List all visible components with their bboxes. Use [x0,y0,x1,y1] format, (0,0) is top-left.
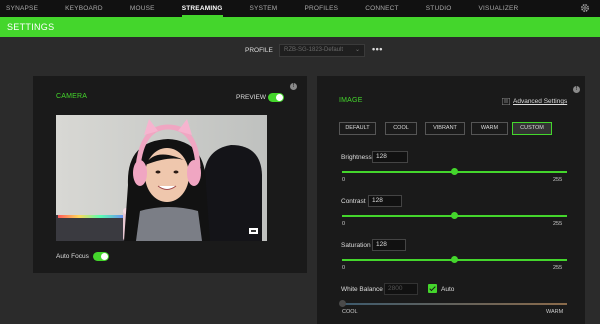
advanced-settings-icon [502,98,510,105]
tab-system[interactable]: SYSTEM [250,0,278,17]
tab-studio[interactable]: STUDIO [426,0,452,17]
brightness-max: 255 [553,177,563,183]
brightness-input[interactable]: 128 [372,151,408,163]
saturation-slider-thumb[interactable] [451,256,458,263]
image-title: IMAGE [339,97,363,104]
tab-synapse[interactable]: SYNAPSE [6,0,38,17]
contrast-slider-thumb[interactable] [451,212,458,219]
brightness-slider-thumb[interactable] [451,168,458,175]
tab-connect[interactable]: CONNECT [365,0,399,17]
white-balance-label: White Balance [341,286,383,293]
saturation-min: 0 [342,265,346,271]
info-icon[interactable]: ! [573,86,580,93]
contrast-max: 255 [553,221,563,227]
contrast-min: 0 [342,221,346,227]
camera-panel: ! CAMERA PREVIEW Auto Focus [33,76,307,273]
white-balance-slider-track[interactable] [342,303,567,305]
preset-cool-button[interactable]: COOL [385,122,417,135]
chevron-down-icon: ⌄ [354,47,360,53]
gear-icon[interactable] [580,3,590,13]
top-nav: SYNAPSE KEYBOARD MOUSE STREAMING SYSTEM … [0,0,600,17]
preset-vibrant-button[interactable]: VIBRANT [425,122,465,135]
preset-default-button[interactable]: DEFAULT [339,122,376,135]
autofocus-toggle[interactable] [93,252,109,261]
contrast-label: Contrast [341,198,366,205]
preset-custom-button[interactable]: CUSTOM [512,122,552,135]
white-balance-max: WARM [546,309,564,315]
tab-streaming[interactable]: STREAMING [181,0,223,17]
autofocus-label: Auto Focus [56,253,89,260]
camera-preview-image [56,115,267,241]
white-balance-min: COOL [342,309,358,315]
header-bar: SETTINGS [0,17,600,37]
tab-mouse[interactable]: MOUSE [130,0,155,17]
preview-label: PREVIEW [236,94,266,101]
brightness-min: 0 [342,177,346,183]
tab-keyboard[interactable]: KEYBOARD [65,0,103,17]
profile-more-button[interactable]: ••• [372,44,383,54]
saturation-max: 255 [553,265,563,271]
tab-visualizer[interactable]: VISUALIZER [479,0,519,17]
white-balance-input[interactable]: 2800 [384,283,418,295]
white-balance-auto-checkbox[interactable] [428,284,437,293]
contrast-input[interactable]: 128 [368,195,402,207]
image-panel: ! IMAGE Advanced Settings DEFAULT COOL V… [317,76,585,324]
profile-label: PROFILE [245,47,273,54]
advanced-settings-link[interactable]: Advanced Settings [513,98,567,105]
preview-toggle[interactable] [268,93,284,102]
saturation-label: Saturation [341,242,371,249]
info-icon[interactable]: ! [290,83,297,90]
saturation-input[interactable]: 128 [372,239,406,251]
profile-value: RZB-SG-1823-Default [284,47,344,53]
camera-title: CAMERA [56,93,88,100]
white-balance-slider-thumb[interactable] [339,300,346,307]
brightness-label: Brightness [341,154,372,161]
profile-select[interactable]: RZB-SG-1823-Default ⌄ [279,44,365,57]
page-title: SETTINGS [7,22,55,32]
preset-warm-button[interactable]: WARM [471,122,508,135]
tab-profiles[interactable]: PROFILES [304,0,338,17]
white-balance-auto-label: Auto [441,286,455,293]
